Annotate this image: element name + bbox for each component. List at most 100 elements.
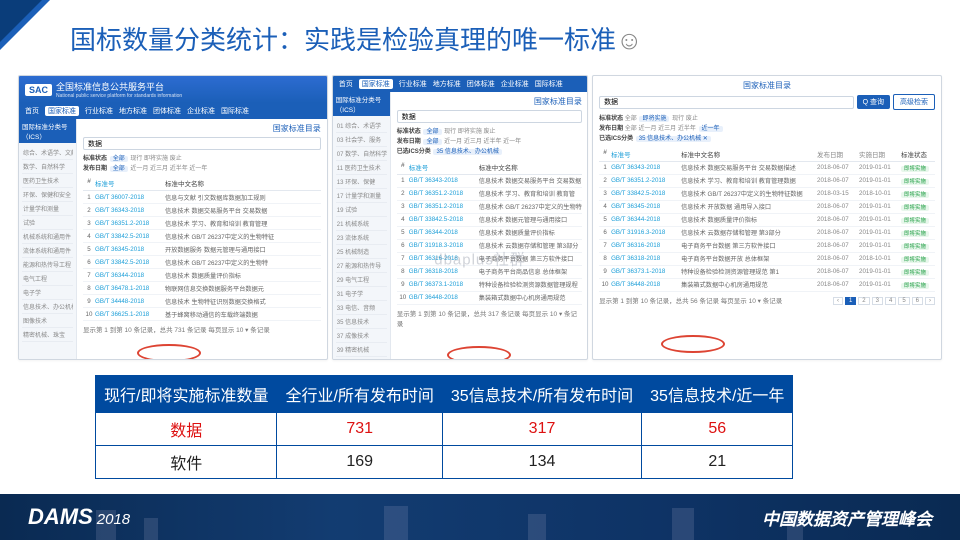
nav-item[interactable]: 企业标准 [501,79,529,89]
search-input[interactable] [599,96,854,109]
search-bar[interactable]: Q 查询 高级检索 [599,94,935,110]
nav-item[interactable]: 国家标准 [45,106,79,116]
table-row[interactable]: 5GB/T 36344-2018信息技术 数据质量评价指标2018-06-072… [599,214,935,227]
sidebar-item[interactable]: 33 电信、音频 [336,301,387,315]
table-row[interactable]: 8GB/T 36318-2018电子商务平台数据开放 总体框架2018-06-0… [599,253,935,266]
nav-item[interactable]: 企业标准 [187,106,215,116]
nav-item[interactable]: 团体标准 [467,79,495,89]
table-row[interactable]: 6GB/T 31918.3-2018信息技术 云数据存储和管理 第3部分 [397,240,582,253]
sidebar-item[interactable]: 信息技术、办公机械 [22,300,73,314]
table-row[interactable]: 6GB/T 31916.3-2018信息技术 云数据存储和管理 第3部分2018… [599,227,935,240]
sidebar-item[interactable]: 29 电气工程 [336,273,387,287]
sidebar-item[interactable]: 21 机械系统 [336,217,387,231]
table-row[interactable]: 10GB/T 36625.1-2018基于蜂窝移动通信的车载终端数据 [83,308,321,321]
sidebar-item[interactable]: 31 电子学 [336,287,387,301]
filter-row[interactable]: 标准状态 全部 现行 即将实施 废止 发布日期 全部 近一月 近三月 近半年 近… [397,127,582,158]
table-row[interactable]: 8GB/T 36478.1-2018物联网信息交换数据服务平台数据元 [83,282,321,295]
table-row[interactable]: 1GB/T 36343-2018信息技术 数据交易服务平台 交易数据 [397,175,582,188]
filter-row[interactable]: 标准状态 全部 即将实施 现行 废止 发布日期 全部 近一月 近三月 近半年 近… [599,114,935,145]
nav-item[interactable]: 首页 [339,79,353,89]
table-row[interactable]: 7GB/T 36316-2018电子商务平台数据 第三方软件接口2018-06-… [599,240,935,253]
table-row[interactable]: 1GB/T 36007-2018信息与文献 引文数据库数据加工规则 [83,191,321,204]
nav-item[interactable]: 行业标准 [85,106,113,116]
sidebar-item[interactable]: 25 机械制造 [336,245,387,259]
sidebar-item[interactable]: 35 信息技术 [336,315,387,329]
summary-label: 数据 [96,413,277,446]
sidebar-item[interactable]: 01 综合、术语学 [336,119,387,133]
slide-title: 国标数量分类统计：实践是检验真理的唯一标准☺ [70,20,643,57]
sidebar-item[interactable]: 37 成像技术 [336,329,387,343]
sidebar-item[interactable]: 电子学 [22,286,73,300]
sidebar-item[interactable]: 试验 [22,216,73,230]
nav-item[interactable]: 地方标准 [119,106,147,116]
sidebar-item[interactable]: 11 医药卫生技术 [336,161,387,175]
sidebar-item[interactable]: 19 试验 [336,203,387,217]
table-row[interactable]: 4GB/T 33842.5-2018信息技术 数据元管理与通用接口 [397,214,582,227]
sidebar-item[interactable]: 13 环保、保健 [336,175,387,189]
table-row[interactable]: 3GB/T 36351.2-2018信息技术 GB/T 26237中定义的生物特 [397,201,582,214]
ics-sidebar[interactable]: 国际标准分类号（ICS） 01 综合、术语学03 社会学、服务07 数学、自然科… [333,92,391,360]
table-row[interactable]: 2GB/T 36351.2-2018信息技术 学习、教育和培训 教育管 [397,188,582,201]
sidebar-item[interactable]: 计量学和测量 [22,202,73,216]
nav-item[interactable]: 国际标准 [535,79,563,89]
table-row[interactable]: 2GB/T 36351.2-2018信息技术 学习、教育和培训 教育管理数据20… [599,175,935,188]
table-row[interactable]: 7GB/T 36344-2018信息技术 数据质量评价指标 [83,269,321,282]
table-row[interactable]: 3GB/T 33842.5-2018信息技术 GB/T 26237中定义的生物特… [599,188,935,201]
sac-logo: SAC [25,84,52,96]
table-row[interactable]: 4GB/T 36345-2018信息技术 开放数据 通用导入接口2018-06-… [599,201,935,214]
table-row[interactable]: 10GB/T 36448-2018集装箱式数据中心机房通用规范 [397,292,582,305]
sidebar-item[interactable]: 环保、保健和安全 [22,188,73,202]
sidebar-item[interactable]: 综合、术语学、文献 [22,146,73,160]
nav[interactable]: 首页国家标准行业标准地方标准团体标准企业标准国际标准 [19,103,327,119]
summary-header: 35信息技术/近一年 [642,376,793,413]
sidebar-item[interactable]: 39 精密机械 [336,343,387,357]
nav-item[interactable]: 国际标准 [221,106,249,116]
table-row[interactable]: 9GB/T 36373.1-2018特种设备检验检测资源数据管理规程 [397,279,582,292]
sidebar-item[interactable]: 能源和热传导工程 [22,258,73,272]
breadcrumb: 国家标准目录 [599,80,935,91]
screenshot-3: 国家标准目录 Q 查询 高级检索 标准状态 全部 即将实施 现行 废止 发布日期… [592,75,942,360]
nav-item[interactable]: 国家标准 [359,79,393,89]
search-input[interactable] [397,110,582,123]
sidebar-item[interactable]: 电气工程 [22,272,73,286]
advanced-search-button[interactable]: 高级检索 [893,94,935,110]
screenshot-gallery: SAC 全国标准信息公共服务平台 National public service… [18,75,942,360]
circle-annotation [447,346,511,360]
table-row[interactable]: 1GB/T 36343-2018信息技术 数据交易服务平台 交易数据描述2018… [599,162,935,175]
table-row[interactable]: 5GB/T 36345-2018开放数据服务 数据元管理与通用接口 [83,243,321,256]
sidebar-item[interactable]: 17 计量学和测量 [336,189,387,203]
pager[interactable]: ‹123456› [833,297,935,305]
table-row[interactable]: 8GB/T 36318-2018电子商务平台商品信息 总体框架 [397,266,582,279]
summary-value: 731 [277,413,442,446]
table-row[interactable]: 6GB/T 33842.5-2018信息技术 GB/T 26237中定义的生物特 [83,256,321,269]
table-row[interactable]: 4GB/T 33842.5-2018信息技术 GB/T 26237中定义的生物特… [83,230,321,243]
ics-sidebar[interactable]: 国际标准分类号（ICS） 综合、术语学、文献数学、自然科学医药卫生技术环保、保健… [19,119,77,359]
sidebar-item[interactable]: 27 能源和热传导 [336,259,387,273]
nav-item[interactable]: 行业标准 [399,79,427,89]
table-row[interactable]: 10GB/T 36448-2018集装箱式数据中心机房通用规范2018-06-0… [599,279,935,292]
sidebar-item[interactable]: 数学、自然科学 [22,160,73,174]
sidebar-item[interactable]: 机械系统和通用件 [22,230,73,244]
nav-item[interactable]: 地方标准 [433,79,461,89]
search-bar[interactable] [83,137,321,150]
sidebar-item[interactable]: 23 流体系统 [336,231,387,245]
sidebar-item[interactable]: 07 数学、自然科学 [336,147,387,161]
sidebar-item[interactable]: 医药卫生技术 [22,174,73,188]
sidebar-item[interactable]: 03 社会学、服务 [336,133,387,147]
table-row[interactable]: 7GB/T 36316-2018电子商务平台数据 第三方软件接口 [397,253,582,266]
search-input[interactable] [83,137,321,150]
table-row[interactable]: 5GB/T 36344-2018信息技术 数据质量评价指标 [397,227,582,240]
sidebar-item[interactable]: 图像技术 [22,314,73,328]
nav[interactable]: 首页国家标准行业标准地方标准团体标准企业标准国际标准 [333,76,587,92]
nav-item[interactable]: 首页 [25,106,39,116]
sidebar-item[interactable]: 精密机械、珠宝 [22,328,73,342]
search-button[interactable]: Q 查询 [857,95,890,109]
nav-item[interactable]: 团体标准 [153,106,181,116]
conference-name: 中国数据资产管理峰会 [762,505,932,530]
table-row[interactable]: 9GB/T 36373.1-2018特种设备检验检测资源管理规范 第12018-… [599,266,935,279]
table-row[interactable]: 9GB/T 34448-2018信息技术 生物特征识别数据交换格式 [83,295,321,308]
table-row[interactable]: 3GB/T 36351.2-2018信息技术 学习、教育和培训 教育管理 [83,217,321,230]
table-row[interactable]: 2GB/T 36343-2018信息技术 数据交易服务平台 交易数据 [83,204,321,217]
sidebar-item[interactable]: 流体系统和通用件 [22,244,73,258]
filter-row[interactable]: 标准状态 全部 现行 即将实施 废止 发布日期 全部 近一月 近三月 近半年 近… [83,154,321,174]
